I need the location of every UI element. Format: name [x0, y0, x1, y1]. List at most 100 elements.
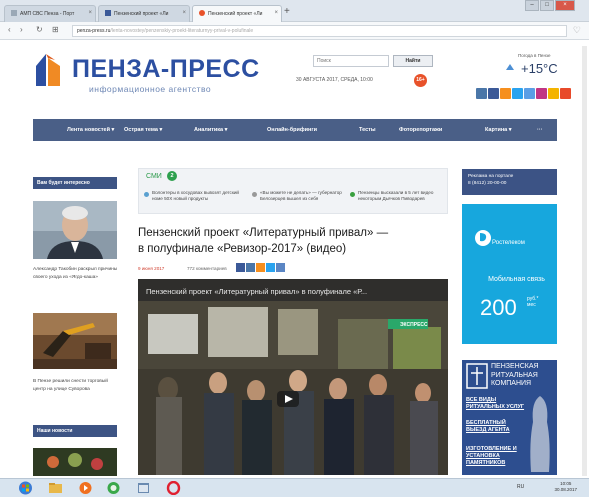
- ritual-company-title: ПЕНЗЕНСКАЯ РИТУАЛЬНАЯ КОМПАНИЯ: [491, 363, 539, 387]
- search-input[interactable]: [313, 55, 389, 67]
- story-photo-demolition[interactable]: [33, 313, 117, 369]
- nav-item-photo-reports[interactable]: Фоторепортажи: [399, 127, 442, 133]
- close-window-icon[interactable]: ×: [555, 0, 575, 11]
- video-player[interactable]: [138, 279, 448, 475]
- headline-line-1: Пензенский проект «Литературный привал» …: [138, 227, 389, 239]
- ritual-service-item[interactable]: ИЗГОТОВЛЕНИЕ И УСТАНОВКА ПАМЯТНИКОВ: [466, 446, 526, 467]
- sidebar-story-1[interactable]: Александр Такобин раскрыл причины своего…: [33, 266, 119, 282]
- ritual-service-item[interactable]: ВСЕ ВИДЫ РИТУАЛЬНЫХ УСЛУГ: [466, 397, 526, 411]
- advertising-contact-block[interactable]: Реклама на портале 8 (8412) 20-00-00: [462, 169, 557, 195]
- weather-temperature: +15°C: [521, 61, 558, 76]
- instagram-icon[interactable]: [536, 88, 547, 99]
- vk-icon[interactable]: [476, 88, 487, 99]
- rostelecom-price-unit: руб.* мес: [527, 296, 538, 308]
- close-tab-icon[interactable]: ×: [274, 10, 278, 16]
- smi-source-icon: [144, 192, 149, 197]
- browser-tab-1[interactable]: АМП СВС Пенза - Порт ×: [4, 5, 96, 22]
- taskbar-app-icon[interactable]: [106, 481, 121, 495]
- share-buttons: [236, 263, 285, 272]
- logo-title[interactable]: ПЕНЗА-ПРЕСС: [72, 55, 260, 84]
- share-twitter-icon[interactable]: [266, 263, 275, 272]
- reload-icon[interactable]: ↻: [36, 25, 43, 34]
- back-icon[interactable]: ‹: [8, 25, 11, 34]
- nav-item-hot-topic[interactable]: Острая тема ▾: [124, 127, 162, 133]
- tab-label: АМП СВС Пенза - Порт: [20, 11, 75, 17]
- facebook-icon[interactable]: [488, 88, 499, 99]
- url-input[interactable]: penza-press.ru/lenta-novostey/penzenskiy…: [72, 25, 567, 37]
- nav-item-more[interactable]: ···: [537, 127, 543, 133]
- smi-news-item[interactable]: «Вы можете не делать» — губернатор Белоз…: [260, 190, 352, 202]
- logo-icon[interactable]: [33, 52, 63, 86]
- price-unit-2: мес: [527, 302, 536, 308]
- minimize-icon[interactable]: –: [525, 0, 539, 11]
- social-links: [476, 88, 571, 99]
- video-title[interactable]: Пензенский проект «Литературный привал» …: [146, 287, 367, 296]
- share-vk-icon[interactable]: [246, 263, 255, 272]
- ad-contact-phone: 8 (8412) 20-00-00: [468, 181, 507, 186]
- tab-label: Пензенский проект «Ли: [208, 11, 263, 17]
- tab-favicon-icon: [199, 10, 205, 16]
- system-clock[interactable]: 10:05 30.08.2017: [554, 481, 577, 493]
- file-explorer-icon[interactable]: [48, 481, 63, 495]
- smi-count-badge: 2: [167, 171, 177, 181]
- close-tab-icon[interactable]: ×: [182, 10, 186, 16]
- keyboard-language[interactable]: RU: [517, 484, 524, 490]
- ritual-service-item[interactable]: БЕСПЛАТНЫЙ ВЫЕЗД АГЕНТА: [466, 420, 526, 434]
- browser-tab-2[interactable]: Пензенский проект «Ли ×: [98, 5, 190, 22]
- share-ok-icon[interactable]: [256, 263, 265, 272]
- age-rating-badge: 16+: [414, 74, 427, 87]
- telegram-icon[interactable]: [524, 88, 535, 99]
- smi-news-item[interactable]: Волонтеры в хосудовах вывозят детский но…: [152, 190, 244, 202]
- video-channel-logo: ЭКСПРЕСС: [400, 322, 428, 328]
- sidebar-story-2[interactable]: В Пензе решили снести торговый центр на …: [33, 378, 119, 394]
- logo-subtitle: информационное агентство: [89, 84, 212, 94]
- share-mail-icon[interactable]: [276, 263, 285, 272]
- browser-tab-bar: АМП СВС Пенза - Порт × Пензенский проект…: [0, 0, 589, 22]
- smi-label: СМИ: [146, 173, 162, 180]
- tab-favicon-icon: [11, 10, 17, 16]
- window-controls: – □ ×: [525, 0, 575, 12]
- article-comments-count[interactable]: 772 комментариев: [187, 266, 227, 271]
- clock-date: 30.08.2017: [554, 487, 577, 492]
- play-icon[interactable]: [277, 391, 299, 407]
- smi-news-item[interactable]: Пензенцы высказали в 5 лет видео некотор…: [358, 190, 450, 202]
- sidebar-section-our-news: Наши новости: [33, 425, 117, 437]
- story-photo-man[interactable]: [33, 201, 117, 259]
- nav-item-online-briefings[interactable]: Онлайн-брифинги: [267, 127, 317, 133]
- windows-start-icon[interactable]: [18, 481, 33, 495]
- speed-dial-icon[interactable]: ⊞: [52, 25, 59, 34]
- ritual-company-logo-icon: [466, 363, 488, 389]
- opera-browser-icon[interactable]: [166, 481, 181, 495]
- search-button[interactable]: Найти: [393, 55, 433, 67]
- weather-city: Погода в Пензе: [518, 53, 551, 58]
- article-headline: Пензенский проект «Литературный привал» …: [138, 225, 448, 257]
- forward-icon[interactable]: ›: [20, 25, 23, 34]
- url-path: /lenta-novostey/penzenskiy-proekt-litera…: [110, 28, 254, 34]
- media-player-icon[interactable]: [78, 481, 93, 495]
- twitter-icon[interactable]: [512, 88, 523, 99]
- ad-contact-title: Реклама на портале: [468, 174, 514, 179]
- rostelecom-brand: Ростелеком: [492, 240, 525, 246]
- browser-tab-3-active[interactable]: Пензенский проект «Ли ×: [192, 5, 282, 22]
- rss-icon[interactable]: [548, 88, 559, 99]
- nav-item-tests[interactable]: Тесты: [359, 127, 376, 133]
- page-scrollbar[interactable]: [582, 46, 587, 476]
- rostelecom-price: 200: [480, 295, 517, 320]
- story-photo-crowd[interactable]: [33, 448, 117, 476]
- maximize-icon[interactable]: □: [540, 0, 554, 11]
- nav-item-news-feed[interactable]: Лента новостей ▾: [67, 127, 114, 133]
- nav-item-analytics[interactable]: Аналитика ▾: [194, 127, 227, 133]
- taskbar-window-icon[interactable]: [136, 481, 151, 495]
- close-tab-icon[interactable]: ×: [88, 10, 92, 16]
- tab-label: Пензенский проект «Ли: [114, 11, 169, 17]
- youtube-icon[interactable]: [560, 88, 571, 99]
- share-facebook-icon[interactable]: [236, 263, 245, 272]
- rostelecom-ad-banner[interactable]: [462, 204, 557, 344]
- smi-source-icon: [252, 192, 257, 197]
- weather-cloud-icon: [506, 64, 514, 70]
- nav-item-picture[interactable]: Картина ▾: [485, 127, 512, 133]
- new-tab-button[interactable]: +: [284, 6, 290, 17]
- bookmark-heart-icon[interactable]: ♡: [573, 25, 581, 36]
- tab-favicon-icon: [105, 10, 111, 16]
- odnoklassniki-icon[interactable]: [500, 88, 511, 99]
